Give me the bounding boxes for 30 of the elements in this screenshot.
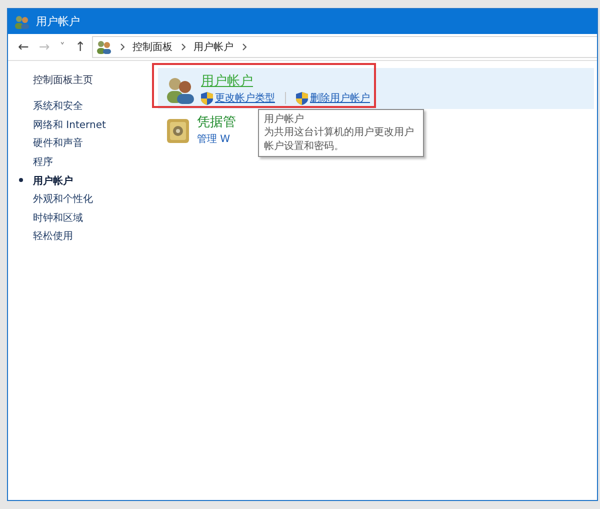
category-title[interactable]: 凭据管 bbox=[197, 113, 236, 131]
chevron-icon bbox=[180, 43, 186, 51]
address-bar[interactable]: 控制面板 用户帐户 bbox=[92, 36, 597, 58]
up-button[interactable]: ↑ bbox=[70, 40, 90, 54]
window-title: 用户帐户 bbox=[36, 14, 80, 29]
sidebar-item[interactable]: 程序 bbox=[33, 155, 53, 170]
users-icon bbox=[165, 76, 195, 104]
sidebar-link[interactable]: 控制面板主页 bbox=[33, 73, 158, 87]
task-link[interactable]: 管理 W bbox=[197, 132, 230, 146]
sidebar-item[interactable]: 用户帐户 bbox=[33, 174, 73, 188]
sidebar-item[interactable]: 时钟和区域 bbox=[33, 210, 83, 225]
sidebar-item[interactable]: 外观和个性化 bbox=[33, 192, 93, 206]
chevron-icon bbox=[242, 43, 247, 51]
task-link[interactable]: 更改帐户类型 bbox=[215, 91, 275, 105]
sidebar-item[interactable]: 轻松使用 bbox=[33, 229, 73, 244]
safe-icon bbox=[165, 117, 191, 145]
users-icon bbox=[14, 14, 30, 28]
tooltip-text: 为共用这台计算机的用户更改用户帐户设置和密码。 bbox=[264, 126, 415, 153]
chevron-icon bbox=[120, 43, 125, 51]
users-icon bbox=[96, 40, 112, 54]
breadcrumb-item[interactable]: 用户帐户 bbox=[194, 40, 234, 54]
sidebar-item[interactable]: 硬件和声音 bbox=[33, 136, 83, 150]
tooltip-title: 用户帐户 bbox=[264, 112, 305, 126]
recent-button[interactable]: ˅ bbox=[56, 42, 69, 52]
bullet-icon bbox=[19, 178, 23, 182]
sidebar-item[interactable]: 网络和 Internet bbox=[33, 118, 106, 132]
sidebar-item[interactable]: 系统和安全 bbox=[33, 99, 83, 114]
task-link[interactable]: 删除用户帐户 bbox=[310, 91, 370, 105]
back-button[interactable]: ← bbox=[14, 40, 33, 54]
breadcrumb-item[interactable]: 控制面板 bbox=[132, 40, 173, 54]
